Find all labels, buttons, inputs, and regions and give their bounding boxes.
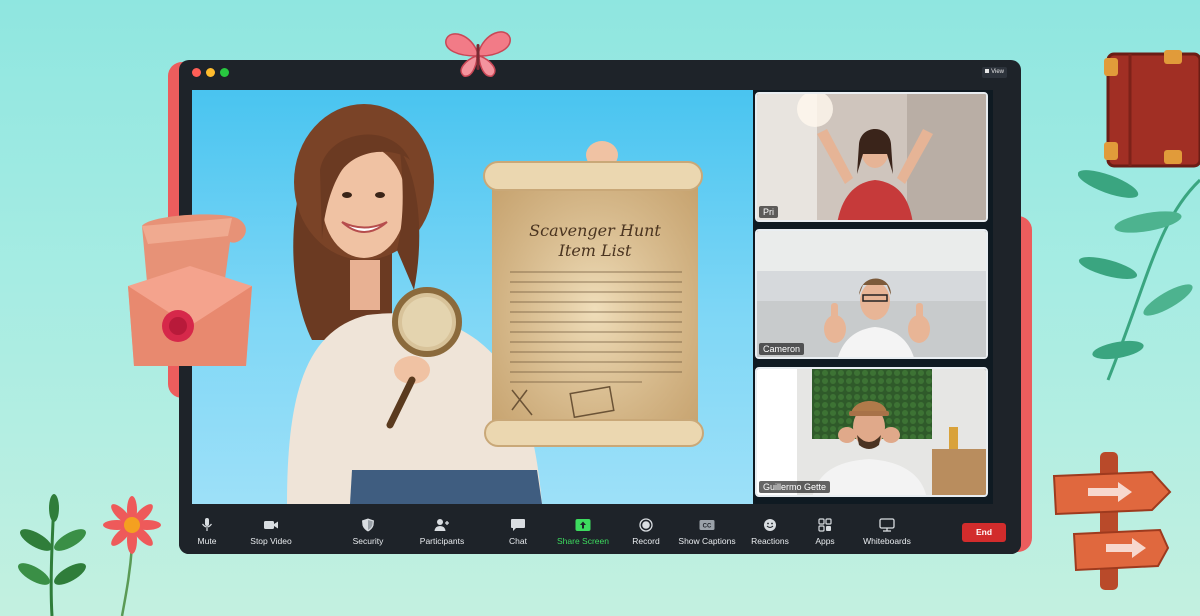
close-window-button[interactable] [192,68,201,77]
main-speaker-video: Scavenger Hunt Item List [192,90,754,504]
record-icon [639,518,653,532]
meeting-window: View Scavenger Hunt Item List Pri Camero… [179,60,1021,554]
butterfly-icon [445,31,511,77]
participant-name: Pri [759,206,778,218]
maximize-window-button[interactable] [220,68,229,77]
envelope-letter-icon [128,214,252,366]
share-screen-icon [575,519,591,531]
view-button[interactable]: View [982,67,1007,78]
smiley-icon [764,519,776,531]
participant-name: Cameron [759,343,805,355]
participant-name: Guillermo Gette [759,481,831,493]
whiteboards-label: Whiteboards [863,536,911,546]
participants-label: Participants [419,536,465,546]
video-camera-icon [264,521,278,529]
scroll-title-line1: Scavenger Hunt [529,221,661,240]
speaker-illustration: Scavenger Hunt Item List [287,104,704,504]
stop-video-label: Stop Video [250,536,292,546]
signpost-icon [1052,452,1172,590]
treasure-chest-icon [1104,50,1200,168]
end-meeting-button[interactable]: End [962,523,1006,542]
meeting-toolbar: Mute Stop Video Security Participants Ch… [179,510,1021,554]
minimize-window-button[interactable] [206,68,215,77]
participant-video [757,231,986,357]
microphone-icon [202,518,212,531]
chat-bubble-icon [511,519,525,531]
stop-video-button[interactable]: Stop Video [231,518,311,546]
view-label: View [991,69,1004,75]
leaf-sprig-icon [18,494,86,616]
scroll-title-line2: Item List [558,241,632,260]
participant-tile[interactable]: Guillermo Gette [755,367,988,497]
security-button[interactable]: Security [328,518,408,546]
view-grid-icon [985,69,990,74]
leafy-branch-icon [1078,170,1200,381]
participant-tile[interactable]: Pri [755,92,988,222]
captions-icon: CC [699,520,715,530]
whiteboards-button[interactable]: Whiteboards [847,518,927,546]
participant-video [757,369,986,495]
participant-tile[interactable]: Cameron [755,229,988,359]
participant-video [757,94,986,220]
shield-icon [362,518,374,532]
participants-button[interactable]: Participants [402,518,482,546]
security-label: Security [352,536,384,546]
flower-icon [103,496,161,616]
participants-icon [434,519,449,531]
apps-icon [818,518,832,532]
svg-text:CC: CC [703,524,712,530]
whiteboard-icon [879,518,895,532]
window-titlebar: View [179,60,1021,84]
participant-gallery: Pri Cameron Guillermo Gette [753,90,993,504]
